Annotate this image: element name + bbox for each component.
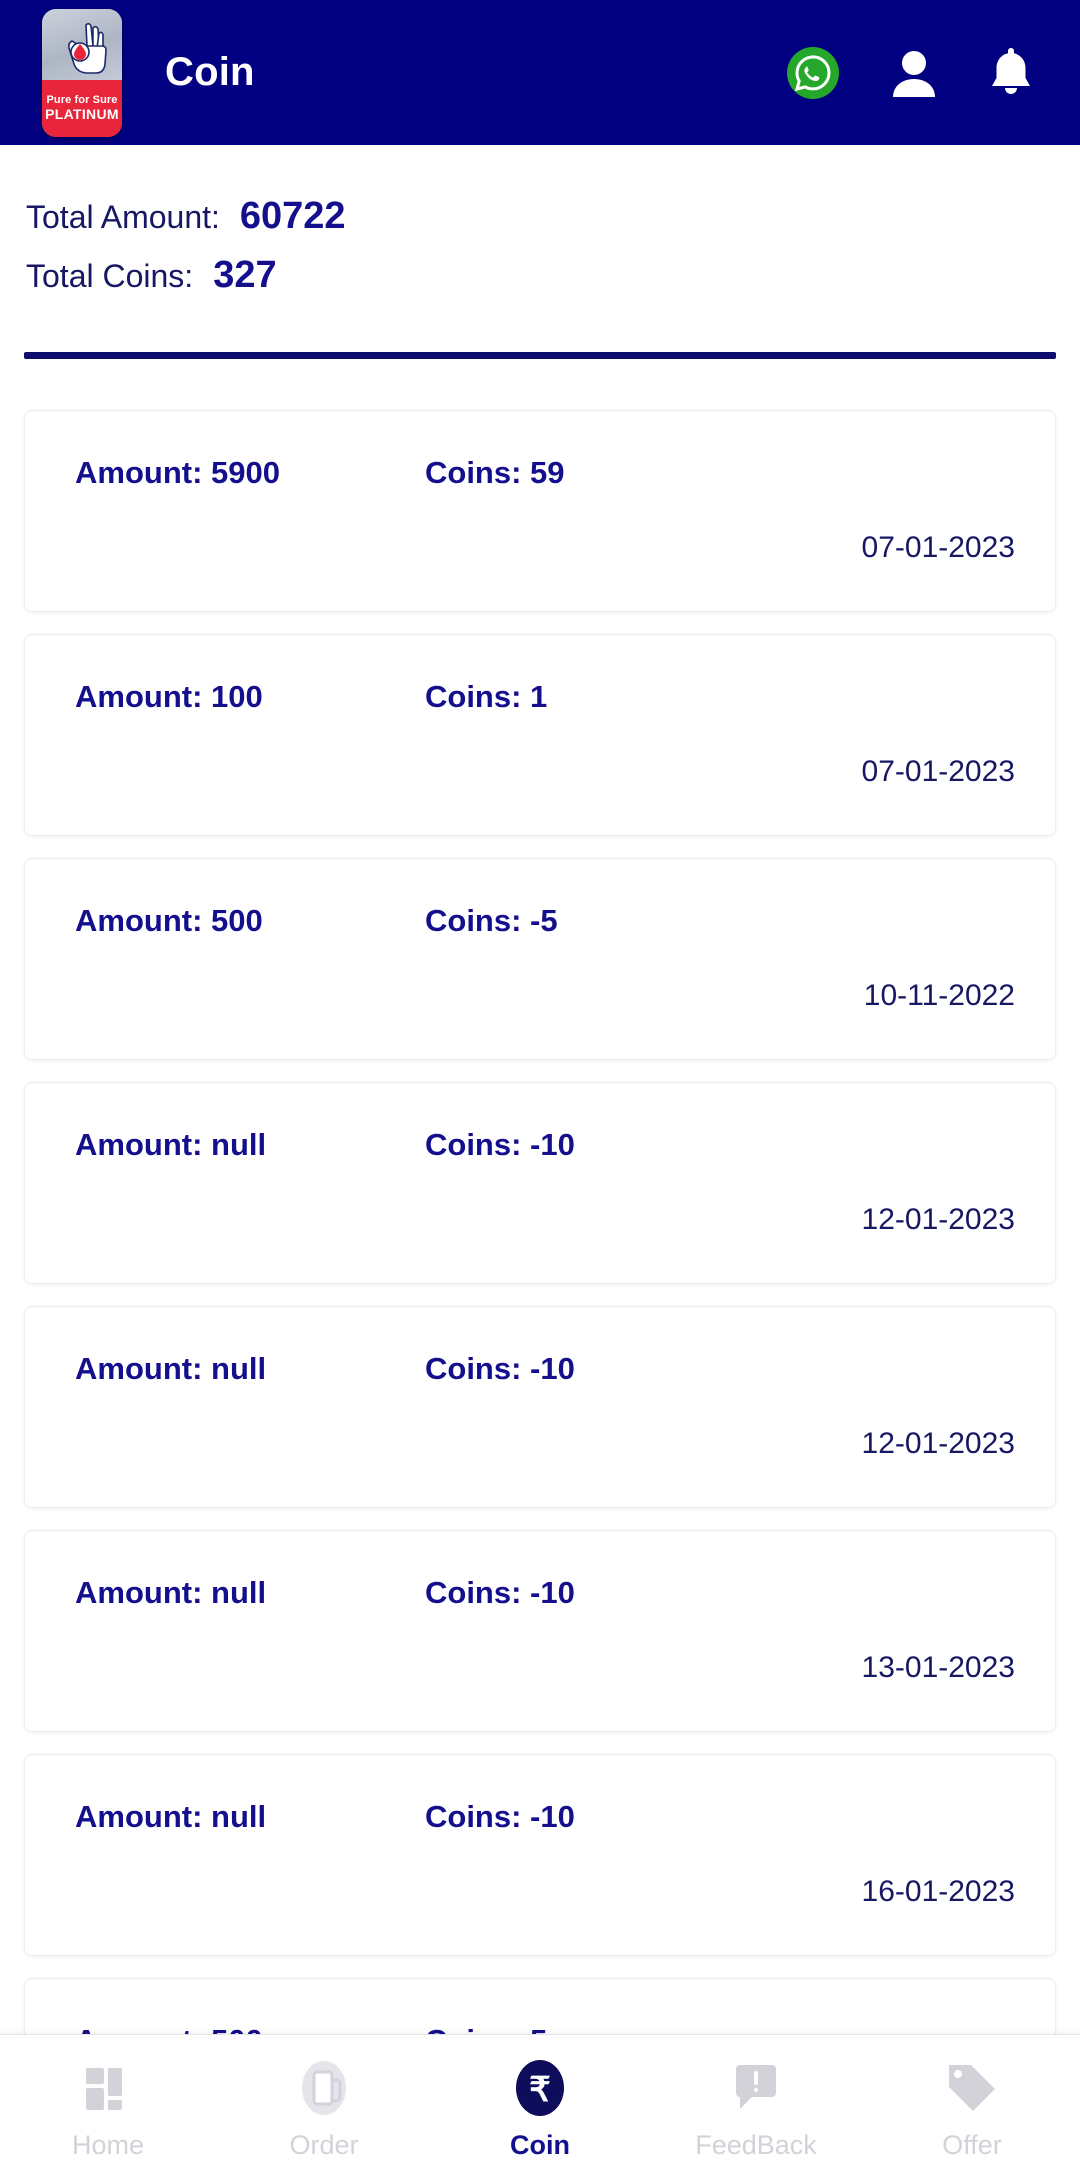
nav-item-feedback[interactable]: FeedBack — [648, 2056, 864, 2161]
nav-item-order[interactable]: Order — [216, 2056, 432, 2161]
transaction-card[interactable]: Amount: null Coins: -10 12-01-2023 — [24, 1306, 1056, 1508]
person-icon[interactable] — [889, 47, 939, 99]
card-top-row: Amount: 500 Coins: -5 — [75, 903, 1021, 939]
transaction-amount: Amount: 5900 — [75, 455, 280, 490]
transaction-date: 16-01-2023 — [861, 1875, 1015, 1908]
total-coins-value: 327 — [213, 254, 277, 296]
transaction-card[interactable]: Amount: null Coins: -10 16-01-2023 — [24, 1754, 1056, 1956]
card-top-row: Amount: null Coins: -10 — [75, 1351, 1021, 1387]
transaction-coins: Coins: 59 — [425, 455, 565, 490]
transaction-coins: Coins: -10 — [425, 1351, 575, 1386]
nav-item-label: Offer — [942, 2130, 1002, 2160]
total-coins-label: Total Coins: — [26, 258, 194, 294]
total-amount-row: Total Amount: 60722 — [26, 195, 1080, 238]
transaction-coins: Coins: -5 — [425, 903, 558, 938]
transaction-date: 07-01-2023 — [861, 755, 1015, 788]
bottom-navigation[interactable]: Home Order ₹ Coin FeedBack Offer — [0, 2034, 1080, 2182]
transaction-card[interactable]: Amount: 500 Coins: -5 10-11-2022 — [24, 858, 1056, 1060]
fuel-pump-icon — [296, 2056, 352, 2120]
transaction-card[interactable]: Amount: null Coins: -10 12-01-2023 — [24, 1082, 1056, 1284]
transaction-amount: Amount: null — [75, 1799, 267, 1834]
transaction-amount: Amount: null — [75, 1351, 267, 1386]
transaction-coins: Coins: 1 — [425, 679, 548, 714]
transaction-card[interactable]: Amount: 100 Coins: 1 07-01-2023 — [24, 634, 1056, 836]
app-root: Pure for Sure PLATINUM Coin Total Amount… — [0, 0, 1080, 2182]
card-top-row: Amount: 100 Coins: 1 — [75, 679, 1021, 715]
brand-logo: Pure for Sure PLATINUM — [42, 8, 122, 137]
total-amount-value: 60722 — [239, 195, 346, 237]
transaction-amount: Amount: null — [75, 1127, 267, 1162]
nav-item-label: Home — [71, 2130, 145, 2160]
card-top-row: Amount: null Coins: -10 — [75, 1799, 1021, 1835]
transaction-date: 12-01-2023 — [861, 1427, 1015, 1460]
card-top-row: Amount: null Coins: -10 — [75, 1127, 1021, 1163]
nav-item-label: Coin — [510, 2130, 570, 2160]
bell-icon[interactable] — [987, 46, 1035, 100]
nav-item-offer[interactable]: Offer — [864, 2056, 1080, 2161]
nav-item-label: Order — [289, 2130, 359, 2160]
transaction-amount: Amount: 500 — [75, 903, 263, 938]
svg-text:₹: ₹ — [529, 2071, 551, 2109]
rupee-coin-icon: ₹ — [511, 2056, 569, 2120]
card-top-row: Amount: null Coins: -10 — [75, 1575, 1021, 1611]
tag-icon — [943, 2056, 1001, 2120]
transaction-coins: Coins: -10 — [425, 1799, 575, 1834]
speech-alert-icon — [728, 2056, 784, 2120]
grid-icon — [80, 2056, 136, 2120]
transaction-coins: Coins: -10 — [425, 1127, 575, 1162]
ok-hand-drop-icon — [56, 19, 108, 80]
logo-line-2: PLATINUM — [45, 105, 119, 122]
header-actions — [785, 45, 1035, 101]
app-header: Pure for Sure PLATINUM Coin — [0, 0, 1080, 145]
transaction-list[interactable]: Amount: 5900 Coins: 59 07-01-2023 Amount: 1… — [0, 410, 1080, 2182]
total-coins-row: Total Coins: 327 — [26, 254, 1080, 297]
transaction-date: 13-01-2023 — [861, 1651, 1015, 1684]
transaction-coins: Coins: -10 — [425, 1575, 575, 1610]
transaction-date: 07-01-2023 — [861, 531, 1015, 564]
whatsapp-icon[interactable] — [785, 45, 841, 101]
transaction-amount: Amount: 100 — [75, 679, 263, 714]
card-top-row: Amount: 5900 Coins: 59 — [75, 455, 1021, 491]
nav-item-coin[interactable]: ₹ Coin — [432, 2056, 648, 2161]
transaction-date: 10-11-2022 — [863, 979, 1015, 1012]
total-amount-label: Total Amount: — [26, 199, 220, 235]
logo-bottom-panel: Pure for Sure PLATINUM — [42, 80, 122, 137]
transaction-card[interactable]: Amount: 5900 Coins: 59 07-01-2023 — [24, 410, 1056, 612]
nav-item-label: FeedBack — [695, 2130, 817, 2160]
transaction-date: 12-01-2023 — [861, 1203, 1015, 1236]
nav-item-home[interactable]: Home — [0, 2056, 216, 2161]
summary-section: Total Amount: 60722 Total Coins: 327 — [0, 145, 1080, 313]
transaction-card[interactable]: Amount: null Coins: -10 13-01-2023 — [24, 1530, 1056, 1732]
section-divider — [24, 352, 1056, 359]
page-title: Coin — [165, 50, 255, 94]
transaction-amount: Amount: null — [75, 1575, 267, 1610]
